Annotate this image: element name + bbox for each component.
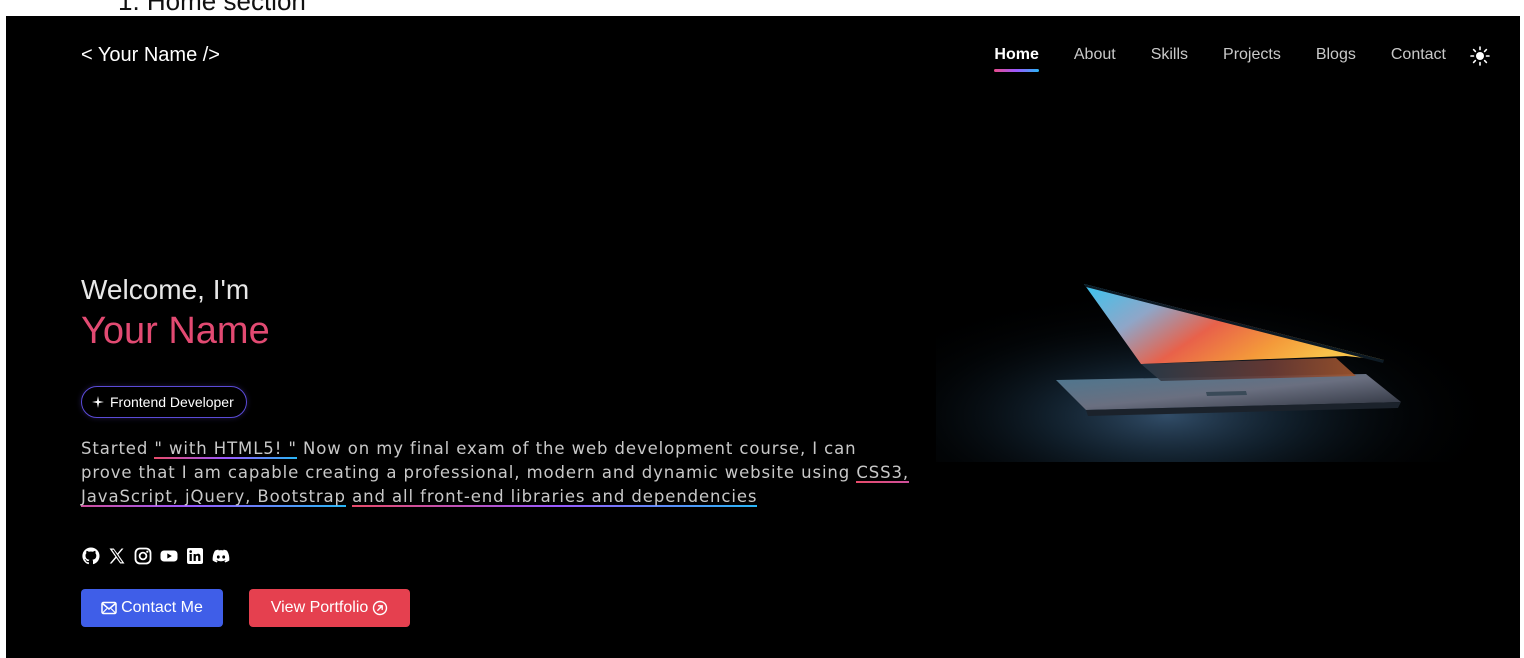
nav-home[interactable]: Home xyxy=(994,44,1040,72)
nav-about[interactable]: About xyxy=(1074,44,1116,72)
contact-me-button[interactable]: Contact Me xyxy=(81,589,223,627)
brand-logo[interactable]: < Your Name /> xyxy=(81,44,220,67)
instagram-icon[interactable] xyxy=(133,546,153,566)
view-portfolio-label: View Portfolio xyxy=(270,599,369,616)
view-portfolio-button[interactable]: View Portfolio xyxy=(249,589,410,627)
about-highlight-html: " with HTML5! " xyxy=(154,439,297,459)
sun-icon[interactable] xyxy=(1470,46,1490,66)
linkedin-icon[interactable] xyxy=(185,546,205,566)
home-section: < Your Name /> Home About Skills Project… xyxy=(6,16,1520,658)
main-nav: Home About Skills Projects Blogs Contact xyxy=(994,44,1490,74)
envelope-icon xyxy=(101,601,117,615)
hero-greeting: Welcome, I'm xyxy=(81,274,250,305)
contact-me-label: Contact Me xyxy=(121,599,203,616)
nav-skills[interactable]: Skills xyxy=(1151,44,1188,72)
caption-text: 1. Home section xyxy=(118,0,306,16)
social-links xyxy=(81,546,231,566)
github-icon[interactable] xyxy=(81,546,101,566)
discord-icon[interactable] xyxy=(211,546,231,566)
about-text-1: Started xyxy=(81,439,155,458)
page-caption: 1. Home section xyxy=(0,0,1524,16)
arrow-up-right-circle-icon xyxy=(373,600,388,616)
laptop-image xyxy=(936,252,1486,462)
x-icon[interactable] xyxy=(107,546,127,566)
role-badge: Frontend Developer xyxy=(81,386,247,418)
youtube-icon[interactable] xyxy=(159,546,179,566)
hero-description: Started " with HTML5! " Now on my final … xyxy=(81,437,911,509)
sparkle-icon xyxy=(92,396,104,408)
about-highlight-libraries: and all front-end libraries and dependen… xyxy=(352,487,758,507)
nav-projects[interactable]: Projects xyxy=(1223,44,1281,72)
nav-contact[interactable]: Contact xyxy=(1391,44,1446,72)
nav-blogs[interactable]: Blogs xyxy=(1316,44,1356,72)
role-badge-label: Frontend Developer xyxy=(110,394,234,410)
hero-name: Your Name xyxy=(81,310,270,352)
